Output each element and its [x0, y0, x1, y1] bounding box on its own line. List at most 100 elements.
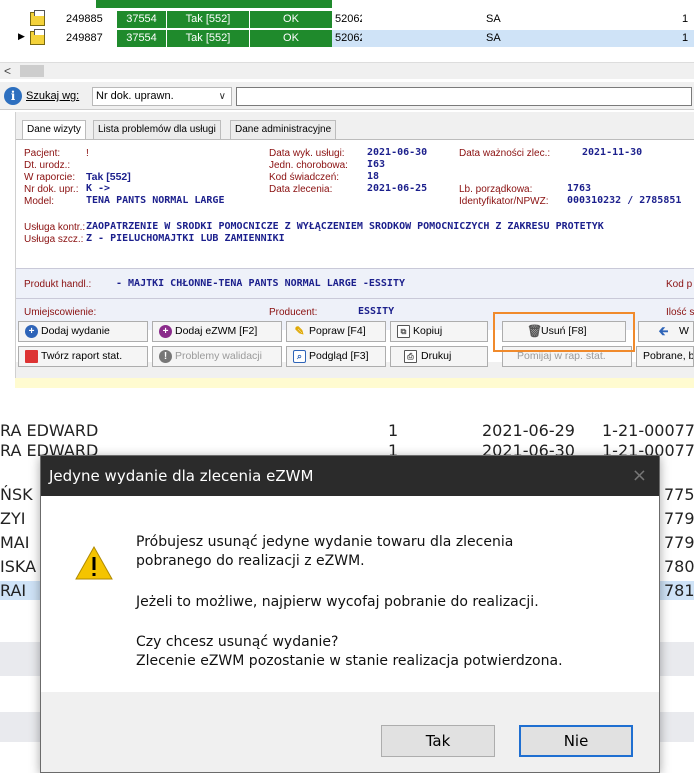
table-row[interactable]: 249885 37554 Tak [552] OK 52062 SA 1 [0, 10, 694, 28]
dialog-message-line3: Jeżeli to możliwe, najpierw wycofaj pobr… [136, 594, 539, 610]
dodaj-ezwm-button[interactable]: + Dodaj eZWM [F2] [152, 321, 282, 342]
kod-value: 18 [367, 171, 380, 182]
cell-ok: OK [249, 30, 332, 47]
horizontal-scrollbar[interactable]: < [0, 62, 694, 79]
kod-p-label: Kod p [666, 279, 693, 290]
w-raporcie-label: W raporcie: [24, 172, 76, 183]
model-value: TENA PANTS NORMAL LARGE [86, 195, 225, 206]
pacjent-label: Pacjent: [24, 148, 61, 159]
cell-qty: 1 [682, 32, 689, 44]
usl-kontr-label: Usługa kontr.: [24, 222, 86, 233]
producent-label: Producent: [269, 307, 318, 318]
usl-kontr-value: ZAOPATRZENIE W ŚRODKI POMOCNICZE Z WYŁĄC… [86, 221, 604, 232]
warning-icon [75, 546, 113, 580]
dialog-message-line2: pobranego do realizacji z eZWM. [136, 553, 365, 569]
dialog-title-bar: Jedyne wydanie dla zlecenia eZWM × [41, 456, 659, 496]
dialog-footer: Tak Nie [41, 692, 659, 772]
printer-icon: ⎙ [404, 350, 417, 363]
popraw-button[interactable]: ✎ Popraw [F4] [286, 321, 386, 342]
dt-urodz-label: Dt. urodz.: [24, 160, 71, 171]
plus-icon: + [159, 325, 172, 338]
search-bar: i Szukaj wg: Nr dok. uprawn. ∨ [0, 82, 694, 110]
search-field-select[interactable]: Nr dok. uprawn. ∨ [92, 87, 232, 106]
scroll-left-icon[interactable]: < [4, 64, 11, 78]
search-input[interactable] [236, 87, 692, 106]
tworz-raport-button[interactable]: Twórz raport stat. [18, 346, 148, 367]
kopiuj-button[interactable]: ⧉ Kopiuj [390, 321, 488, 342]
ident-value: 000310232 / 2785851 [567, 195, 682, 206]
warning-icon: ! [159, 350, 172, 363]
cell-id: 249887 [66, 32, 103, 44]
arrow-left-icon: 🡰 [658, 324, 669, 338]
tab-dane-wizyty[interactable]: Dane wizyty [22, 120, 86, 140]
confirm-dialog: Jedyne wydanie dla zlecenia eZWM × Próbu… [40, 455, 660, 773]
podglad-button[interactable]: ⌕ Podgląd [F3] [286, 346, 386, 367]
lb-label: Lb. porządkowa: [459, 184, 533, 195]
grid-top-edge [0, 0, 694, 8]
preview-icon: ⌕ [293, 350, 306, 363]
problemy-walidacji-button[interactable]: ! Problemy walidacji [152, 346, 282, 367]
no-button[interactable]: Nie [519, 725, 633, 757]
w-button[interactable]: 🡰 W [638, 321, 694, 342]
cell-sa: SA [486, 13, 501, 25]
search-label: Szukaj wg: [26, 90, 80, 102]
producent-value: ESSITY [358, 306, 395, 317]
cell-num: 52062 [335, 13, 362, 25]
close-icon[interactable]: × [632, 456, 647, 496]
cell-sa: SA [486, 32, 501, 44]
cell-id: 249885 [66, 13, 103, 25]
pencil-icon: ✎ [294, 324, 305, 338]
chevron-down-icon: ∨ [218, 91, 226, 102]
ident-label: Identyfikator/NPWZ: [459, 196, 549, 207]
nr-dok-value: K -> [86, 183, 111, 194]
cell-num: 52062 [335, 32, 362, 44]
dialog-question: Czy chcesz usunąć wydanie? [136, 634, 339, 650]
dodaj-wydanie-button[interactable]: + Dodaj wydanie [18, 321, 148, 342]
data-wyk-label: Data wyk. usługi: [269, 148, 345, 159]
usun-highlight-frame [493, 312, 635, 352]
usl-szcz-value: Z - PIELUCHOMAJTKI LUB ZAMIENNIKI [86, 233, 285, 244]
dialog-message-line5: Zlecenie eZWM pozostanie w stanie realiz… [136, 653, 563, 669]
jedn-label: Jedn. chorobowa: [269, 160, 348, 171]
tab-lista-problemow[interactable]: Lista problemów dla usługi [93, 120, 221, 139]
data-waz-label: Data ważności zlec.: [459, 148, 551, 159]
cell-status: Tak [552] [166, 30, 249, 47]
pacjent-value: ! [86, 148, 89, 159]
row-pointer-icon: ▶ [18, 31, 25, 41]
dialog-body: Próbujesz usunąć jedyne wydanie towaru d… [41, 496, 659, 692]
produkt-value: - MAJTKI CHŁONNE-TENA PANTS NORMAL LARGE… [116, 278, 405, 289]
document-icon [30, 29, 45, 45]
cell-status: Tak [552] [166, 11, 249, 28]
ilosc-label: Ilość s [666, 307, 694, 318]
usl-szcz-label: Usługa szcz.: [24, 234, 84, 245]
document-icon [30, 10, 45, 26]
search-field-value: Nr dok. uprawn. [96, 90, 174, 102]
yes-button[interactable]: Tak [381, 725, 495, 757]
info-icon[interactable]: i [4, 87, 22, 105]
cell-qty: 1 [682, 13, 689, 25]
umiejsc-label: Umiejscowienie: [24, 307, 97, 318]
scroll-thumb[interactable] [20, 65, 44, 77]
w-raporcie-value: Tak [552] [86, 171, 131, 183]
table-row[interactable]: ▶ 249887 37554 Tak [552] OK 52062 SA 1 [0, 29, 694, 47]
drukuj-button[interactable]: ⎙ Drukuj [390, 346, 488, 367]
produkt-label: Produkt handl.: [24, 279, 92, 290]
results-grid: 249885 37554 Tak [552] OK 52062 SA 1 ▶ 2… [0, 0, 694, 60]
report-icon [25, 350, 38, 363]
copy-icon: ⧉ [397, 325, 410, 338]
kod-label: Kod świadczeń: [269, 172, 340, 183]
cell-ok: OK [249, 11, 332, 28]
model-label: Model: [24, 196, 55, 207]
pobrane-button[interactable]: Pobrane, b [636, 346, 694, 367]
dialog-title: Jedyne wydanie dla zlecenia eZWM [49, 467, 314, 485]
data-waz-value: 2021-11-30 [582, 147, 643, 158]
lb-value: 1763 [567, 183, 592, 194]
list-item: RA EDWARD 1 2021-06-29 1-21-00077 [0, 421, 694, 440]
data-zlec-value: 2021-06-25 [367, 183, 428, 194]
status-strip [15, 378, 694, 388]
dialog-message-line1: Próbujesz usunąć jedyne wydanie towaru d… [136, 534, 514, 550]
nr-dok-label: Nr dok. upr.: [24, 184, 79, 195]
plus-icon: + [25, 325, 38, 338]
tab-dane-administracyjne[interactable]: Dane administracyjne [230, 120, 337, 139]
data-wyk-value: 2021-06-30 [367, 147, 428, 158]
